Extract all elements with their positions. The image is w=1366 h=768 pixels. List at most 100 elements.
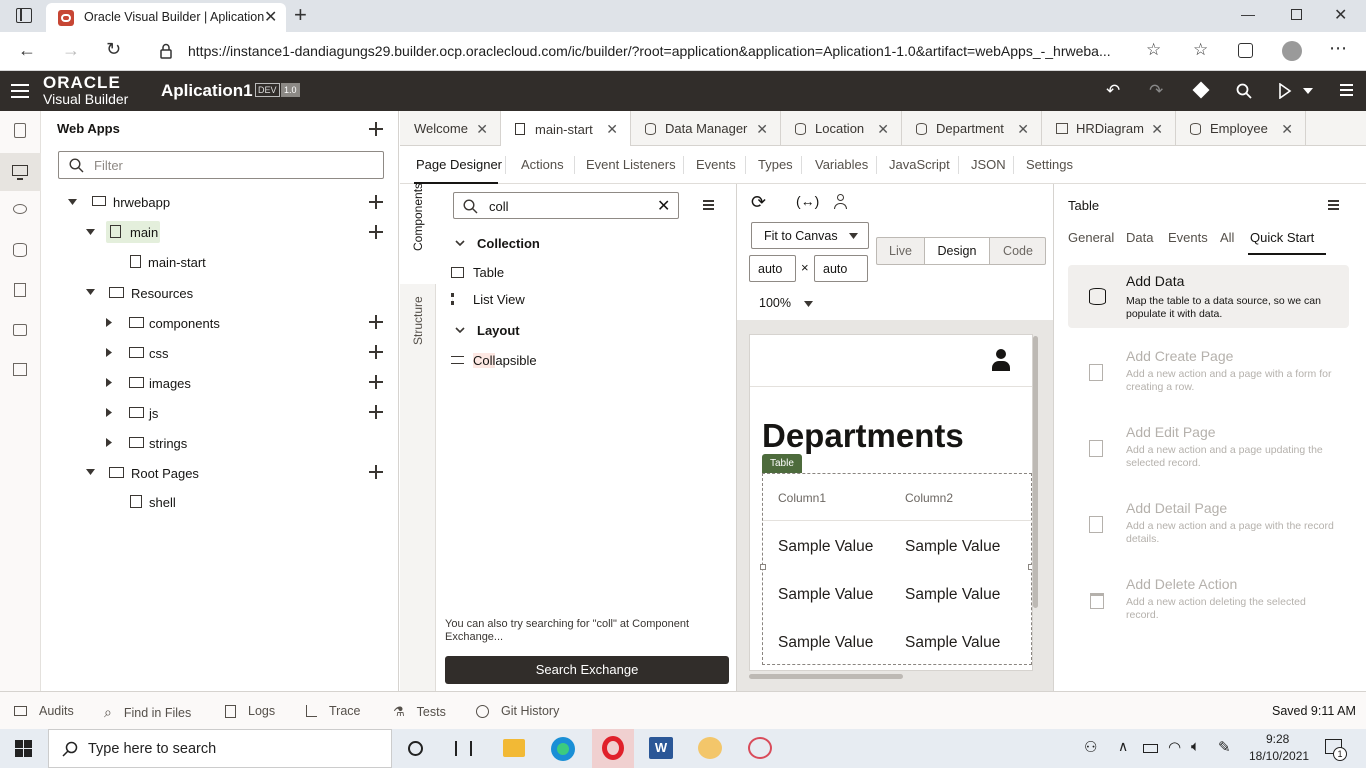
footer-logs[interactable]: Logs [225, 704, 275, 718]
business-objects-icon[interactable] [13, 243, 27, 257]
close-tab-icon[interactable]: ✕ [756, 121, 768, 138]
tree-item-strings[interactable]: strings [41, 428, 398, 458]
mode-design[interactable]: Design [925, 238, 990, 264]
footer-audits[interactable]: Audits [14, 704, 74, 718]
word-icon[interactable]: W [649, 737, 673, 759]
tab-events[interactable]: Events [1168, 230, 1208, 245]
component-list-view[interactable]: List View [450, 291, 650, 313]
snipping-tool-icon[interactable] [748, 737, 772, 759]
lock-icon[interactable] [160, 43, 172, 59]
tab-structure[interactable]: Structure [400, 294, 436, 362]
palette-menu-icon[interactable] [703, 200, 714, 202]
collapse-section-icon[interactable] [455, 327, 465, 333]
opera-taskbar-item[interactable] [592, 729, 634, 768]
fit-to-canvas-select[interactable]: Fit to Canvas [751, 222, 869, 249]
search-icon[interactable] [1236, 83, 1252, 99]
tree-item-main[interactable]: main [41, 218, 398, 248]
battery-icon[interactable] [1143, 744, 1158, 753]
close-tab-icon[interactable]: ✕ [877, 121, 889, 138]
tab-actions-icon[interactable] [16, 8, 32, 23]
people-icon[interactable]: ⚇ [1084, 738, 1097, 756]
tab-page-designer[interactable]: Page Designer [416, 157, 502, 172]
tab-location[interactable]: Location ✕ [781, 111, 902, 146]
git-icon[interactable] [1192, 81, 1210, 99]
tree-item-resources[interactable]: Resources [41, 278, 398, 308]
close-tab-icon[interactable]: ✕ [606, 121, 618, 138]
canvas-height-input[interactable]: auto [814, 255, 868, 282]
footer-find-in-files[interactable]: ⌕ Find in Files [104, 704, 191, 721]
tree-item-shell[interactable]: shell [41, 487, 398, 517]
footer-trace[interactable]: Trace [306, 704, 361, 718]
mode-code[interactable]: Code [990, 238, 1046, 264]
horizontal-scrollbar[interactable] [749, 674, 903, 679]
tab-all[interactable]: All [1220, 230, 1234, 245]
tab-types[interactable]: Types [758, 157, 793, 172]
back-icon[interactable]: ← [18, 40, 36, 61]
wifi-icon[interactable]: ◠ [1168, 738, 1181, 756]
clock-time[interactable]: 9:28 [1266, 732, 1289, 746]
add-component-icon[interactable] [369, 315, 383, 329]
tab-department[interactable]: Department ✕ [902, 111, 1042, 146]
user-avatar-icon[interactable] [992, 349, 1010, 373]
close-tab-icon[interactable]: ✕ [476, 121, 488, 138]
footer-tests[interactable]: ⚗ Tests [393, 704, 446, 720]
tree-item-root-pages[interactable]: Root Pages [41, 458, 398, 488]
add-css-icon[interactable] [369, 345, 383, 359]
refresh-icon[interactable]: ↻ [106, 39, 121, 60]
tray-chevron-icon[interactable]: ∧ [1118, 738, 1128, 755]
minimize-icon[interactable]: — [1241, 6, 1255, 22]
add-js-icon[interactable] [369, 405, 383, 419]
tree-item-js[interactable]: js [41, 398, 398, 428]
url-text[interactable]: https://instance1-dandiagungs29.builder.… [188, 43, 1111, 59]
add-data-card[interactable]: Add Data Map the table to a data source,… [1068, 265, 1349, 328]
search-exchange-button[interactable]: Search Exchange [445, 656, 729, 684]
windows-start-icon[interactable] [15, 740, 32, 757]
tab-components[interactable]: Components [400, 183, 436, 284]
vertical-scrollbar[interactable] [1033, 336, 1038, 608]
source-view-icon[interactable] [13, 363, 27, 376]
web-apps-rail-item[interactable] [0, 153, 41, 191]
variables-binding-icon[interactable]: (↔) [796, 193, 819, 209]
tree-item-components[interactable]: components [41, 308, 398, 338]
close-tab-icon[interactable]: ✕ [264, 7, 277, 27]
maximize-icon[interactable] [1291, 9, 1302, 20]
profile-avatar[interactable] [1282, 41, 1302, 61]
components-rail-icon[interactable] [14, 283, 26, 297]
clock-date[interactable]: 18/10/2021 [1249, 749, 1309, 763]
app-menu-icon[interactable] [1340, 84, 1353, 86]
add-page-icon[interactable] [369, 225, 383, 239]
table-component[interactable]: Column1 Column2 Sample Value Sample Valu… [760, 473, 1032, 665]
run-dropdown-icon[interactable] [1303, 88, 1313, 94]
collapse-section-icon[interactable] [455, 240, 465, 246]
cortana-icon[interactable] [408, 741, 423, 756]
close-tab-icon[interactable]: ✕ [1017, 121, 1029, 138]
forward-icon[interactable]: → [62, 40, 80, 61]
favorite-add-icon[interactable]: ☆ [1146, 40, 1161, 60]
paint-icon[interactable] [698, 737, 722, 759]
mode-live[interactable]: Live [877, 238, 925, 264]
processes-icon[interactable] [13, 324, 27, 336]
tab-settings[interactable]: Settings [1026, 157, 1073, 172]
favorites-icon[interactable]: ☆ [1193, 40, 1208, 60]
component-search-input[interactable]: coll ✕ [453, 192, 679, 219]
tab-events[interactable]: Events [696, 157, 736, 172]
run-icon[interactable] [1278, 83, 1292, 99]
page-title[interactable]: Departments [762, 417, 964, 455]
tree-item-images[interactable]: images [41, 368, 398, 398]
tab-actions[interactable]: Actions [521, 157, 564, 172]
taskbar-search[interactable]: Type here to search [48, 729, 392, 768]
task-view-icon[interactable] [455, 741, 472, 756]
mobile-apps-icon[interactable] [14, 123, 26, 138]
tab-welcome[interactable]: Welcome ✕ [400, 111, 501, 146]
hamburger-menu-icon[interactable] [11, 84, 29, 86]
footer-git-history[interactable]: Git History [476, 704, 559, 718]
resize-handle[interactable] [760, 564, 766, 570]
tab-hrdiagram[interactable]: HRDiagram ✕ [1042, 111, 1176, 146]
tab-general[interactable]: General [1068, 230, 1114, 245]
edge-icon[interactable] [551, 737, 575, 761]
tab-variables[interactable]: Variables [815, 157, 868, 172]
tree-item-main-start[interactable]: main-start [41, 247, 398, 277]
tab-employee[interactable]: Employee ✕ [1176, 111, 1306, 146]
tree-item-css[interactable]: css [41, 338, 398, 368]
tab-json[interactable]: JSON [971, 157, 1006, 172]
